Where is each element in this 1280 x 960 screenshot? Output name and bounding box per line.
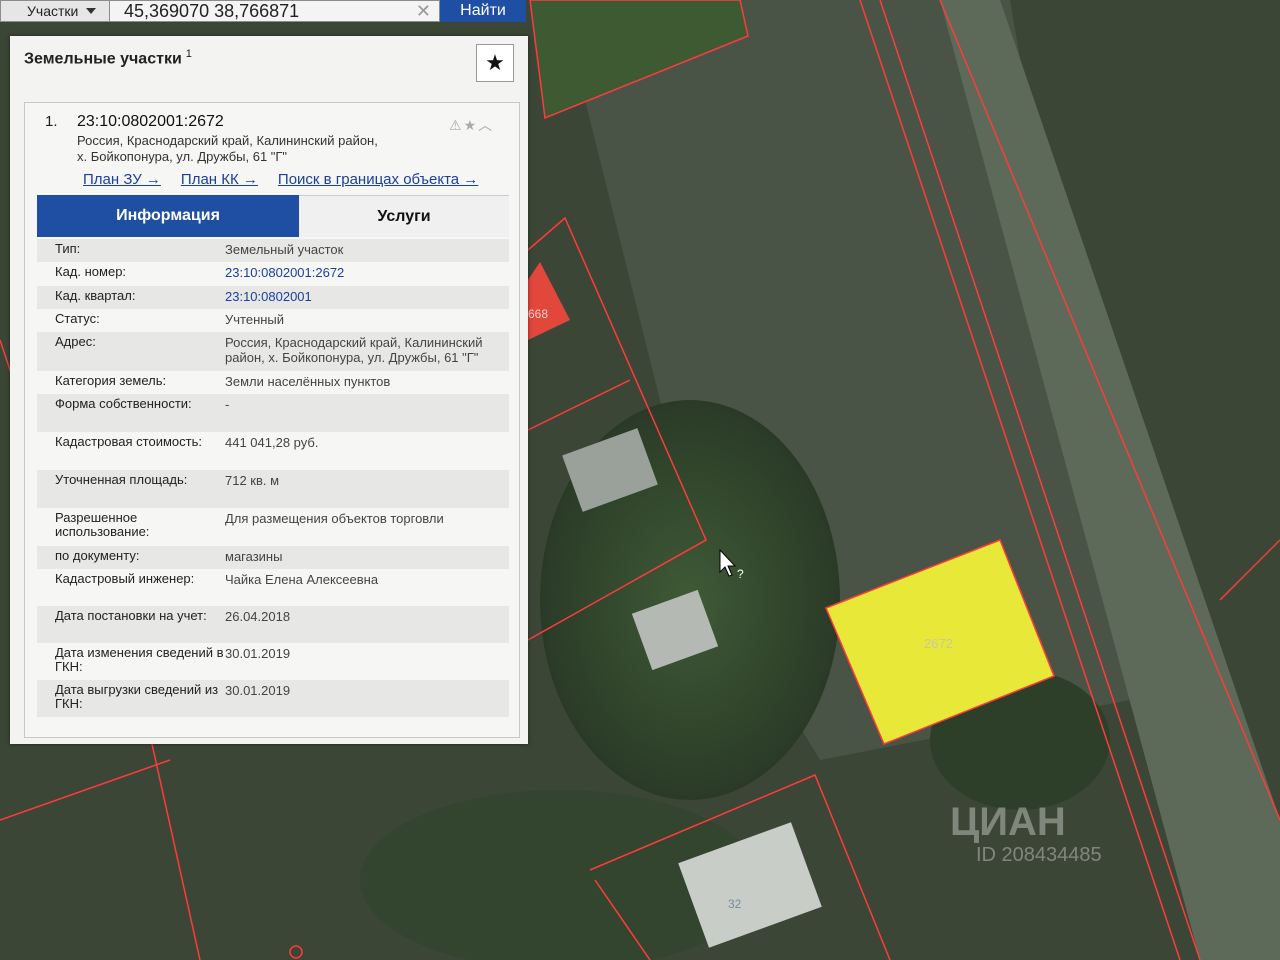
result-card: 1. 23:10:0802001:2672 Россия, Краснодарс…	[24, 102, 520, 738]
result-index: 1.	[45, 113, 58, 130]
results-panel: Земельные участки 1 ★ 1. 23:10:0802001:26…	[10, 36, 528, 744]
favorite-button[interactable]: ★	[476, 44, 514, 82]
search-bar: Участки 45,369070 38,766871 ✕ Найти	[0, 0, 528, 22]
link-search-bounds[interactable]: Поиск в границах объекта →	[278, 171, 478, 188]
info-value: -	[225, 397, 230, 412]
star-icon[interactable]: ★	[464, 117, 479, 133]
info-value-link[interactable]: 23:10:0802001:2672	[225, 265, 509, 286]
info-row-permitted-use: Разрешенное использование: Для размещения…	[37, 508, 509, 546]
info-label: Категория земель:	[55, 373, 167, 388]
info-value: 441 041,28 руб.	[225, 435, 319, 450]
card-actions: ⚠★︿	[449, 115, 494, 135]
link-plan-zu[interactable]: План ЗУ →	[83, 171, 161, 188]
warning-icon[interactable]: ⚠	[449, 117, 464, 133]
watermark-id: ID 208434485	[976, 844, 1102, 866]
search-type-label: Участки	[27, 3, 79, 19]
info-label: Кадастровый инженер:	[55, 571, 195, 586]
info-value: 712 кв. м	[225, 473, 280, 488]
info-label: Кад. номер:	[55, 264, 127, 279]
panel-title: Земельные участки 1	[24, 48, 192, 68]
info-row-ownership: Форма собственности: -	[37, 394, 509, 432]
info-label: Статус:	[55, 311, 100, 326]
info-label: Уточненная площадь:	[55, 472, 188, 487]
highlighted-parcel-label: 2672	[924, 636, 953, 651]
tab-services[interactable]: Услуги	[299, 195, 509, 237]
close-icon[interactable]: ✕	[416, 1, 431, 22]
info-row-cad-number: Кад. номер: 23:10:0802001:2672	[37, 262, 509, 286]
tab-information[interactable]: Информация	[37, 195, 299, 237]
info-row-cad-quarter: Кад. квартал: 23:10:0802001	[37, 286, 509, 309]
cursor-help-icon: ?	[737, 567, 744, 581]
info-value-link[interactable]: 23:10:0802001	[225, 289, 509, 309]
chevron-down-icon	[86, 8, 97, 14]
info-value: 30.01.2019	[225, 646, 291, 661]
result-tabs: Информация Услуги	[37, 195, 509, 237]
info-label: Кадастровая стоимость:	[55, 434, 202, 449]
search-input[interactable]: 45,369070 38,766871 ✕	[110, 0, 440, 22]
info-label: Тип:	[55, 241, 81, 256]
info-value: Россия, Краснодарский край, Калининский …	[225, 335, 483, 365]
result-address-line1: Россия, Краснодарский край, Калининский …	[77, 133, 378, 148]
info-row-land-category: Категория земель: Земли населённых пункто…	[37, 371, 509, 394]
info-row-status: Статус: Учтенный	[37, 309, 509, 332]
panel-title-text: Земельные участки	[24, 50, 182, 68]
search-query: 45,369070 38,766871	[124, 0, 300, 21]
result-address: Россия, Краснодарский край, Калининский …	[77, 133, 437, 165]
info-label: Дата постановки на учет:	[55, 608, 207, 623]
results-count: 1	[185, 48, 192, 60]
info-row-export-date: Дата выгрузки сведений из ГКН: 30.01.2019	[37, 680, 509, 717]
parcel-32-label: 32	[728, 897, 742, 911]
result-links: План ЗУ → План КК → Поиск в границах объ…	[83, 171, 478, 188]
info-row-by-document: по документу: магазины	[37, 546, 509, 569]
info-label: Адрес:	[55, 334, 96, 349]
info-row-registration-date: Дата постановки на учет: 26.04.2018	[37, 606, 509, 643]
info-label: Дата выгрузки сведений из ГКН:	[55, 682, 219, 711]
info-value: Чайка Елена Алексеевна	[225, 572, 379, 587]
info-row-address: Адрес: Россия, Краснодарский край, Калини…	[37, 332, 509, 371]
info-value: Для размещения объектов торговли	[225, 511, 444, 526]
link-plan-kk[interactable]: План КК →	[181, 171, 258, 188]
result-cad-number[interactable]: 23:10:0802001:2672	[77, 113, 224, 131]
find-button[interactable]: Найти	[440, 0, 526, 22]
info-value: Учтенный	[225, 312, 285, 327]
info-row-area: Уточненная площадь: 712 кв. м	[37, 470, 509, 508]
info-row-type: Тип: Земельный участок	[37, 239, 509, 262]
info-table: Тип: Земельный участок Кад. номер: 23:10:0…	[37, 239, 509, 717]
info-label: Форма собственности:	[55, 396, 192, 411]
info-row-change-date: Дата изменения сведений в ГКН: 30.01.2019	[37, 643, 509, 680]
watermark-logo: ЦИАН	[950, 800, 1066, 844]
info-value: 26.04.2018	[225, 609, 291, 624]
info-value: Земли населённых пунктов	[225, 374, 391, 389]
info-label: Кад. квартал:	[55, 288, 136, 303]
info-value: 30.01.2019	[225, 683, 291, 698]
parcel-668-label: 668	[528, 307, 548, 321]
search-type-select[interactable]: Участки	[0, 0, 110, 22]
star-icon: ★	[485, 50, 505, 75]
info-value: Земельный участок	[225, 242, 344, 257]
info-row-engineer: Кадастровый инженер: Чайка Елена Алексеев…	[37, 569, 509, 606]
info-label: Разрешенное использование:	[55, 510, 150, 539]
info-row-cad-value: Кадастровая стоимость: 441 041,28 руб.	[37, 432, 509, 470]
chevron-up-icon[interactable]: ︿	[478, 117, 494, 133]
info-label: по документу:	[55, 548, 140, 563]
result-address-line2: х. Бойкопонура, ул. Дружбы, 61 "Г"	[77, 149, 288, 164]
info-value: магазины	[225, 549, 283, 564]
info-label: Дата изменения сведений в ГКН:	[55, 645, 224, 674]
